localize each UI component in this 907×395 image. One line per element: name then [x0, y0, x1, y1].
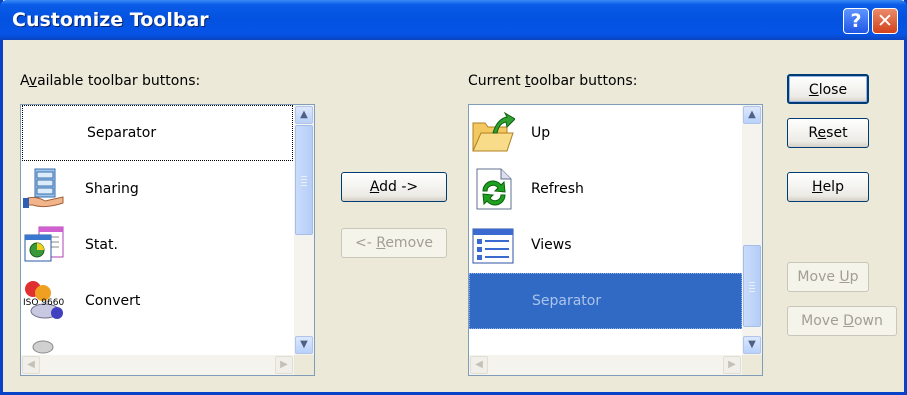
available-horizontal-scrollbar[interactable]: ◀ ▶ — [21, 355, 294, 375]
current-buttons-label: Current toolbar buttons: — [468, 73, 638, 89]
list-item-separator-selected[interactable]: Separator — [469, 273, 742, 329]
scroll-up-button[interactable]: ▲ — [743, 106, 761, 124]
list-item-separator[interactable]: Separator — [22, 105, 293, 161]
available-buttons-list[interactable]: Separator Sharing Stat. ISO 9660 Convert… — [20, 104, 315, 376]
scroll-thumb[interactable] — [295, 125, 313, 235]
current-buttons-list[interactable]: Up Refresh Views Separator ▲ ▼ ◀ ▶ — [468, 104, 763, 376]
list-item-partial[interactable] — [21, 329, 294, 355]
list-item-label: Convert — [85, 293, 141, 309]
list-item-refresh[interactable]: Refresh — [469, 161, 742, 217]
list-item-sharing[interactable]: Sharing — [21, 161, 294, 217]
list-item-stat[interactable]: Stat. — [21, 217, 294, 273]
refresh-icon — [476, 168, 512, 210]
scroll-left-button[interactable]: ◀ — [22, 356, 40, 374]
available-vertical-scrollbar[interactable]: ▲ ▼ — [294, 105, 314, 355]
svg-text:ISO 9660: ISO 9660 — [23, 298, 64, 308]
remove-button[interactable]: <- Remove — [341, 228, 447, 258]
folder-up-icon — [472, 111, 515, 152]
disc-icon — [32, 340, 54, 354]
move-up-button[interactable]: Move Up — [787, 262, 869, 292]
list-item-up[interactable]: Up — [469, 105, 742, 161]
close-title-button[interactable]: ✕ — [872, 8, 898, 34]
scroll-corner — [742, 355, 762, 375]
sharing-icon — [23, 168, 64, 208]
list-item-label: Up — [531, 125, 551, 141]
help-title-button[interactable]: ? — [843, 8, 869, 34]
list-item-convert[interactable]: ISO 9660 Convert — [21, 273, 294, 329]
add-button[interactable]: Add -> — [341, 172, 447, 202]
list-item-label: Sharing — [85, 181, 139, 197]
current-horizontal-scrollbar[interactable]: ◀ ▶ — [469, 355, 742, 375]
list-item-label: Refresh — [531, 181, 584, 197]
iso9660-convert-icon: ISO 9660 — [23, 281, 64, 319]
scroll-right-button[interactable]: ▶ — [723, 356, 741, 374]
help-button[interactable]: Help — [787, 172, 869, 202]
available-buttons-label: Available toolbar buttons: — [20, 73, 201, 89]
customize-toolbar-dialog: Customize Toolbar ? ✕ Available toolbar … — [0, 0, 907, 395]
close-button[interactable]: Close — [787, 74, 869, 104]
list-item-label: Views — [531, 237, 572, 253]
list-item-views[interactable]: Views — [469, 217, 742, 273]
list-item-label: Separator — [87, 125, 157, 141]
move-down-button[interactable]: Move Down — [787, 306, 897, 336]
scroll-corner — [294, 355, 314, 375]
views-icon — [472, 228, 514, 264]
scroll-left-button[interactable]: ◀ — [470, 356, 488, 374]
list-item-label: Separator — [532, 293, 602, 309]
statistics-icon — [24, 226, 64, 262]
window-title: Customize Toolbar — [12, 9, 209, 31]
current-vertical-scrollbar[interactable]: ▲ ▼ — [742, 105, 762, 355]
scroll-down-button[interactable]: ▼ — [295, 336, 313, 354]
list-item-label: Stat. — [85, 237, 118, 253]
scroll-down-button[interactable]: ▼ — [743, 336, 761, 354]
reset-button[interactable]: Reset — [787, 118, 869, 148]
scroll-right-button[interactable]: ▶ — [275, 356, 293, 374]
scroll-up-button[interactable]: ▲ — [295, 106, 313, 124]
scroll-thumb[interactable] — [743, 245, 761, 327]
title-bar[interactable]: Customize Toolbar ? ✕ — [0, 0, 907, 40]
